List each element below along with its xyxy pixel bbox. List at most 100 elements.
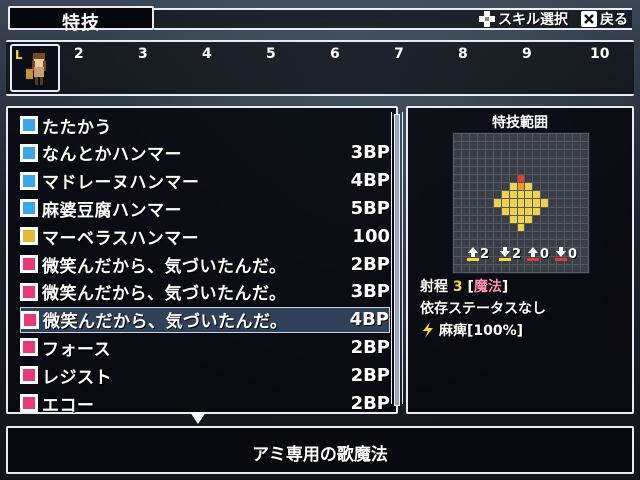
range-cell (549, 191, 557, 199)
range-cell (469, 150, 477, 158)
dpad-icon (479, 11, 495, 27)
skill-icon-fill (23, 397, 35, 409)
hammer-skill-icon (20, 143, 38, 162)
skill-row[interactable]: なんとかハンマー 3BP (20, 140, 390, 166)
range-cell (461, 166, 469, 174)
hammer-skill-icon (20, 171, 38, 190)
party-slot-10[interactable]: 10 (590, 46, 609, 62)
range-cell (549, 174, 557, 183)
range-cell (549, 158, 557, 166)
range-cell (517, 150, 525, 158)
range-cell (454, 215, 461, 223)
range-cell (557, 191, 565, 199)
range-cell (541, 134, 549, 142)
skill-row[interactable]: たたかう (20, 112, 390, 138)
range-cell (477, 183, 485, 191)
range-cell (533, 199, 541, 207)
character-sprite-icon (26, 53, 46, 85)
speed-down-icon (555, 247, 567, 261)
range-cell (477, 166, 485, 174)
range-cell (469, 174, 477, 183)
range-cell (477, 215, 485, 223)
skill-icon-fill (23, 146, 35, 159)
party-slot-5[interactable]: 5 (266, 46, 276, 62)
range-cell (573, 142, 581, 150)
range-cell (565, 223, 573, 232)
skill-name: マドレーヌハンマー (42, 173, 200, 194)
magic-up-icon (527, 247, 539, 261)
range-cell (501, 174, 509, 183)
range-cell (501, 223, 509, 232)
skill-row[interactable]: 微笑んだから、気づいたんだ。 4BP (20, 306, 390, 333)
range-cell (469, 166, 477, 174)
hint-back-label: 戻る (600, 12, 628, 28)
range-cell (541, 223, 549, 232)
range-cell (549, 215, 557, 223)
range-cell (557, 174, 565, 183)
party-slot-4[interactable]: 4 (202, 46, 212, 62)
range-cell (565, 264, 573, 272)
skill-row[interactable]: フォース 2BP (20, 334, 390, 360)
party-slot-9[interactable]: 9 (522, 46, 532, 62)
stat-attack-value: 2 (480, 246, 490, 262)
skill-row[interactable]: マドレーヌハンマー 4BP (20, 168, 390, 194)
range-cell (461, 142, 469, 150)
range-cell (549, 199, 557, 207)
range-cell (454, 191, 461, 199)
range-cell (493, 191, 501, 199)
range-cell (493, 166, 501, 174)
range-cell (501, 264, 509, 272)
party-slot-8[interactable]: 8 (458, 46, 468, 62)
party-slot-2[interactable]: 2 (74, 46, 84, 62)
party-slot-6[interactable]: 6 (330, 46, 340, 62)
range-info: 射程 3 [魔法] (420, 279, 509, 295)
range-cell (477, 232, 485, 240)
range-cell (581, 191, 588, 199)
range-cell (485, 232, 493, 240)
range-cell (485, 264, 493, 272)
vo-icon (20, 394, 38, 412)
range-cell (461, 207, 469, 215)
range-cell (557, 166, 565, 174)
range-cell (485, 174, 493, 183)
range-cell (533, 134, 541, 142)
range-cell (525, 199, 533, 207)
range-cell (549, 223, 557, 232)
range-cell (493, 215, 501, 223)
hint-back[interactable]: 戻る (580, 7, 628, 31)
skill-name: 麻婆豆腐ハンマー (42, 200, 182, 221)
range-cell (525, 223, 533, 232)
party-slot-3[interactable]: 3 (138, 46, 148, 62)
range-cell (485, 142, 493, 150)
skill-row[interactable]: 麻婆豆腐ハンマー 5BP (20, 195, 390, 221)
range-type: 魔法 (473, 279, 502, 295)
range-cell (557, 183, 565, 191)
range-cell (581, 199, 588, 207)
music-note-icon (20, 255, 38, 273)
scroll-down-arrow-icon[interactable] (190, 412, 206, 424)
stat-magic: 0 (526, 246, 549, 262)
range-cell (581, 264, 588, 272)
skill-row[interactable]: レジスト 2BP (20, 362, 390, 388)
range-cell (493, 183, 501, 191)
range-cell (461, 199, 469, 207)
skill-description: アミ専用の歌魔法 (252, 445, 388, 465)
range-cell (533, 183, 541, 191)
range-cell (469, 223, 477, 232)
range-cell (517, 142, 525, 150)
range-cell (549, 183, 557, 191)
range-cell (485, 150, 493, 158)
skill-row[interactable]: 微笑んだから、気づいたんだ。 3BP (20, 279, 390, 305)
party-slot-7[interactable]: 7 (394, 46, 404, 62)
skill-row[interactable]: 微笑んだから、気づいたんだ。 2BP (20, 251, 390, 277)
skill-row[interactable]: マーベラスハンマー 100 (20, 223, 390, 249)
range-cell (557, 232, 565, 240)
range-cell (533, 166, 541, 174)
range-cell (501, 199, 509, 207)
range-cell (454, 199, 461, 207)
range-cell (565, 191, 573, 199)
range-cell (477, 191, 485, 199)
party-slot-1[interactable]: L (10, 44, 60, 92)
scrollbar-thumb[interactable] (394, 114, 400, 406)
range-cell (509, 199, 517, 207)
